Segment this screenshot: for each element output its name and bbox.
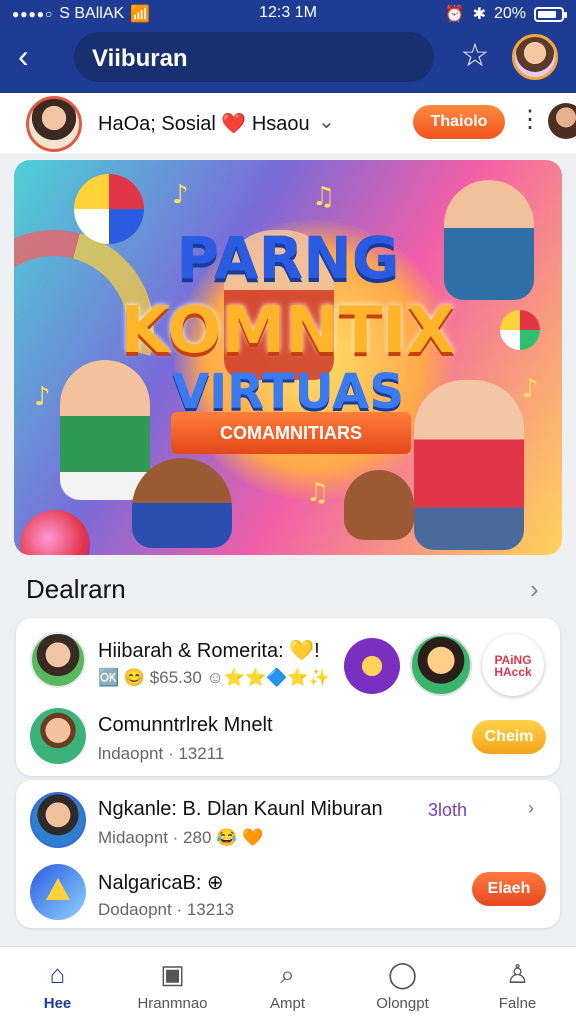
battery-label: 20% [493,5,526,22]
group-thumbnail[interactable] [410,634,472,696]
nav-label: Ampt [269,995,305,1012]
item-title: NalgaricaB: ⊕ [98,872,224,894]
post-card: Ngkanle: B. Dlan Kaunl Miburan Midaopnt … [16,780,560,928]
nav-label: Olongpt [376,995,429,1012]
nav-label: Hranmnao [137,995,208,1012]
group-thumbnail[interactable] [344,638,400,694]
item-subtitle: lndaopnt · 13211 [98,744,225,763]
chevron-right-icon[interactable]: › [528,798,534,819]
list-avatar[interactable] [30,708,86,764]
bear-character [132,458,232,548]
sticker-text: PAiNG HAcck [494,653,532,679]
follow-button[interactable]: Thaiolo [413,105,505,139]
open-button[interactable]: Elaeh [472,872,546,906]
nav-frame[interactable]: ▣ Hranmnao [115,957,230,1012]
bluetooth-icon: ✱ [472,6,486,23]
chevron-down-icon[interactable]: ⌄ [318,109,335,134]
banner-ribbon: COMAMNITIARS [171,412,411,454]
profile-name[interactable]: HaOa; Sosial ❤️ Hsaou [98,111,310,136]
list-avatar[interactable] [30,792,86,848]
profile-avatar[interactable] [26,96,82,152]
home-icon: ⌂ [49,959,66,989]
item-subtitle: 🆗 😊 $65.30 ☺⭐⭐🔷⭐✨ [98,668,330,687]
profile-row: HaOa; Sosial ❤️ Hsaou ⌄ Thaiolo ⋮ [0,93,576,153]
app-icon[interactable] [30,864,86,920]
title-search-bar[interactable]: Viiburan [74,32,434,82]
list-item[interactable]: NalgaricaB: ⊕ Dodaopnt · 13213 Elaeh [16,856,560,930]
triangle-logo-icon [46,878,70,900]
bubble-character [20,510,90,555]
item-subtitle: Midaopnt · 280 😂 🧡 [98,828,264,847]
list-item[interactable]: Comunntrlrek Mnelt lndaopnt · 13211 Chei… [16,700,560,774]
post-card: Hiibarah & Romerita: 💛! 🆗 😊 $65.30 ☺⭐⭐🔷⭐… [16,618,560,776]
banner-title-line2: KOMNTIX [120,294,456,368]
item-link[interactable]: 3loth [428,800,467,821]
item-title: Comunntrlrek Mnelt [98,714,273,736]
secondary-avatar[interactable] [548,103,576,139]
list-item[interactable]: Ngkanle: B. Dlan Kaunl Miburan Midaopnt … [16,784,560,858]
music-note-icon: ♪ [172,180,189,210]
frame-icon: ▣ [160,959,185,989]
nav-label: Hee [43,995,72,1012]
item-title: Ngkanle: B. Dlan Kaunl Miburan [98,798,383,820]
user-avatar[interactable] [512,34,558,80]
nav-profile[interactable]: ♙ Falne [460,957,575,1012]
nav-chat[interactable]: ◯ Olongpt [345,957,460,1012]
alarm-icon: ⏰ [444,6,465,23]
music-note-icon: ♫ [306,478,330,508]
item-title: Hiibarah & Romerita: 💛! [98,640,320,662]
status-bar: ●●●●○ S BAllAK 📶 12:3 1M ⏰ ✱ 20% [0,0,576,28]
nav-search[interactable]: ⌕ Ampt [230,957,345,1012]
bottom-nav: ⌂ Hee ▣ Hranmnao ⌕ Ampt ◯ Olongpt ♙ Faln… [0,946,576,1024]
list-avatar[interactable] [30,632,86,688]
back-button[interactable]: ‹ [18,40,46,74]
battery-icon [534,6,567,22]
favorite-star-icon[interactable]: ☆ [458,38,492,72]
list-item[interactable]: Hiibarah & Romerita: 💛! 🆗 😊 $65.30 ☺⭐⭐🔷⭐… [16,624,560,698]
nav-home[interactable]: ⌂ Hee [0,957,115,1012]
more-options-icon[interactable]: ⋮ [518,105,542,134]
search-icon: ⌕ [280,959,295,989]
music-note-icon: ♫ [312,182,336,212]
nav-label: Falne [498,995,537,1012]
status-right: ⏰ ✱ 20% [444,4,567,24]
chevron-right-icon[interactable]: › [530,574,539,605]
item-subtitle: Dodaopnt · 13213 [98,900,235,919]
bear-character [344,470,414,540]
join-button[interactable]: Cheim [472,720,546,754]
section-title: Dealrarn [26,574,126,604]
page-title: Viiburan [92,45,188,72]
sticker-thumbnail[interactable]: PAiNG HAcck [482,634,544,696]
chat-icon: ◯ [387,959,418,989]
hero-banner[interactable]: ♪ ♫ ♪ ♫ ♪ PARNG KOMNTIX VIRTUAS COMAMNIT… [14,160,562,555]
profile-icon: ♙ [505,959,530,989]
banner-title-line1: PARNG [176,224,400,292]
top-bar: ●●●●○ S BAllAK 📶 12:3 1M ⏰ ✱ 20% ‹ Viibu… [0,0,576,93]
